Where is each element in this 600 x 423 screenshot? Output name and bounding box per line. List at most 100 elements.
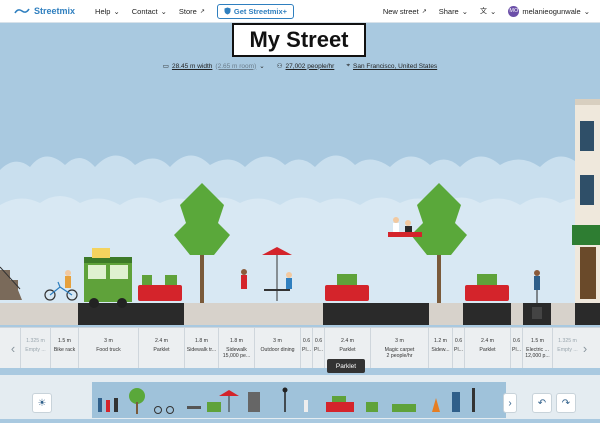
- scroll-left-button[interactable]: ‹: [8, 338, 18, 358]
- palette-strip[interactable]: [92, 382, 506, 418]
- segment-capacity: 12,000 p...: [525, 353, 550, 359]
- settings-button[interactable]: ☀: [32, 393, 52, 413]
- segment-width: 2.4 m: [481, 338, 494, 344]
- street-name-sign[interactable]: My Street: [232, 23, 366, 57]
- segment-label[interactable]: 0.6 Pl...: [300, 328, 312, 368]
- people-icon: ⚇: [276, 63, 283, 70]
- segment-label[interactable]: 1.8 m Sidewalk 15,000 pe...: [218, 328, 254, 368]
- ruler-icon: ▭: [162, 63, 169, 70]
- streetmix-logo[interactable]: Streetmix: [14, 6, 75, 16]
- segment-capacity: 15,000 pe...: [222, 353, 251, 359]
- segment-name: Pl...: [454, 346, 463, 353]
- redo-button[interactable]: ↷: [556, 393, 576, 413]
- avatar: MO: [508, 5, 520, 17]
- undo-icon: ↶: [537, 397, 547, 409]
- segment-label[interactable]: 3 m Magic carpet 2 people/hr: [370, 328, 428, 368]
- palette-item-transit[interactable]: [452, 388, 475, 412]
- external-link-icon: ↗: [421, 8, 427, 15]
- street-width-control[interactable]: ▭ 28.45 m width (2.65 m room) ⌄: [162, 62, 265, 71]
- segment-label[interactable]: 1.325 m Empty ...: [20, 328, 50, 368]
- segment-width: 1.8 m: [195, 338, 208, 344]
- palette-item-cone[interactable]: [432, 398, 440, 412]
- street-width-value: 28.45 m width: [171, 62, 213, 70]
- palette-item-bench-seat[interactable]: [366, 402, 378, 412]
- chevron-right-icon: ›: [582, 340, 588, 356]
- segment-width: 3 m: [104, 338, 113, 344]
- palette-item-flower-bed[interactable]: [392, 404, 416, 412]
- segment-width: 1.2 m: [434, 338, 447, 344]
- palette-scroll-right-button[interactable]: ›: [503, 393, 517, 413]
- chevron-left-icon: ‹: [10, 340, 16, 356]
- get-streetmix-plus-button[interactable]: Get Streetmix+: [216, 3, 295, 19]
- palette-item-tree[interactable]: [129, 388, 145, 414]
- palette-item-parklet[interactable]: [326, 396, 354, 412]
- lane-arrow-marker: [532, 307, 542, 319]
- segment-name: Parklet: [339, 346, 356, 353]
- chevron-down-icon: ⌄: [490, 6, 497, 16]
- segment-name: Sidewalk tr...: [186, 346, 217, 353]
- contact-menu[interactable]: Contact ⌄: [132, 7, 167, 16]
- share-menu[interactable]: Share ⌄: [439, 7, 468, 16]
- chevron-down-icon: ⌄: [583, 6, 590, 16]
- capacity-value: 27,002 people/hr: [285, 62, 335, 70]
- undo-button[interactable]: ↶: [532, 393, 552, 413]
- top-navigation-bar: Streetmix Help ⌄ Contact ⌄ Store ↗ Get S…: [0, 0, 600, 23]
- palette-item-bollard[interactable]: [304, 400, 308, 412]
- language-menu[interactable]: 文 ⌄: [480, 6, 496, 16]
- segment-width: 0.6: [512, 338, 521, 344]
- segment-name: Pl...: [302, 346, 311, 353]
- segment-label[interactable]: 0.6 Pl...: [312, 328, 324, 368]
- segment-name: Parklet: [479, 346, 496, 353]
- capacity-control[interactable]: ⚇ 27,002 people/hr: [276, 62, 335, 71]
- sun-icon: ☀: [37, 397, 47, 409]
- segment-label[interactable]: 3 m Food truck: [78, 328, 138, 368]
- street-scene: [0, 99, 600, 325]
- segment-name: Bike rack: [53, 346, 76, 353]
- scroll-right-button[interactable]: ›: [580, 338, 590, 358]
- help-menu[interactable]: Help ⌄: [95, 7, 120, 16]
- segment-labels: 1.325 m Empty ... 1.5 m Bike rack 3 m Fo…: [0, 327, 600, 368]
- chevron-down-icon: ⌄: [461, 6, 469, 16]
- segment-capacity: 2 people/hr: [386, 353, 413, 359]
- segment-width: 3 m: [273, 338, 282, 344]
- segment-name: Electric ...: [526, 346, 549, 353]
- food-truck: [84, 248, 132, 308]
- location-control[interactable]: ⌖ San Francisco, United States: [346, 62, 437, 70]
- palette-item-bike-rack[interactable]: [154, 406, 174, 414]
- new-street-link[interactable]: New street ↗: [383, 7, 427, 16]
- palette-item-bench[interactable]: [187, 406, 201, 409]
- segment-width: 0.6: [454, 338, 463, 344]
- segment-label[interactable]: 1.8 m Sidewalk tr...: [184, 328, 218, 368]
- segment-name: Food truck: [96, 346, 121, 353]
- segment-width: 0.6: [302, 338, 311, 344]
- help-label: Help: [95, 6, 111, 16]
- segment-label[interactable]: 1.2 m Sidew...: [428, 328, 452, 368]
- palette-item-people[interactable]: [98, 398, 118, 412]
- segment-label[interactable]: 1.5 m Electric ... 12,000 p...: [522, 328, 552, 368]
- roadway-edge: [575, 303, 600, 325]
- segment-label[interactable]: 3 m Outdoor dining: [254, 328, 300, 368]
- segment-label[interactable]: 1.325 m Empty ...: [552, 328, 582, 368]
- segment-width: 1.5 m: [58, 338, 71, 344]
- store-label: Store: [178, 6, 197, 16]
- segment-label[interactable]: 2.4 m Parklet: [138, 328, 184, 368]
- segment-label[interactable]: 0.6 Pl...: [452, 328, 464, 368]
- contact-label: Contact: [131, 6, 158, 16]
- segment-label[interactable]: 2.4 m Parklet: [464, 328, 510, 368]
- chevron-down-icon: ⌄: [160, 6, 167, 16]
- user-menu[interactable]: MO melanieogunwale ⌄: [508, 5, 590, 17]
- palette-item-planter[interactable]: [207, 402, 221, 412]
- palette-item-streetlight[interactable]: [282, 387, 288, 413]
- palette-item-kiosk[interactable]: [248, 392, 260, 412]
- segment-name: Pl...: [314, 346, 323, 353]
- store-link[interactable]: Store ↗: [179, 7, 205, 16]
- segment-width: 1.325 m: [26, 338, 45, 344]
- get-plus-label: Get Streetmix+: [233, 6, 288, 16]
- palette-item-umbrella[interactable]: [219, 390, 239, 412]
- segment-label[interactable]: 1.5 m Bike rack: [50, 328, 78, 368]
- streetmix-logo-icon: [14, 8, 30, 14]
- segment-tooltip: Parklet: [327, 359, 365, 373]
- segment-width: 1.325 m: [558, 338, 577, 344]
- segment-name: Parklet: [153, 346, 170, 353]
- segment-label[interactable]: 0.6 Pl...: [510, 328, 522, 368]
